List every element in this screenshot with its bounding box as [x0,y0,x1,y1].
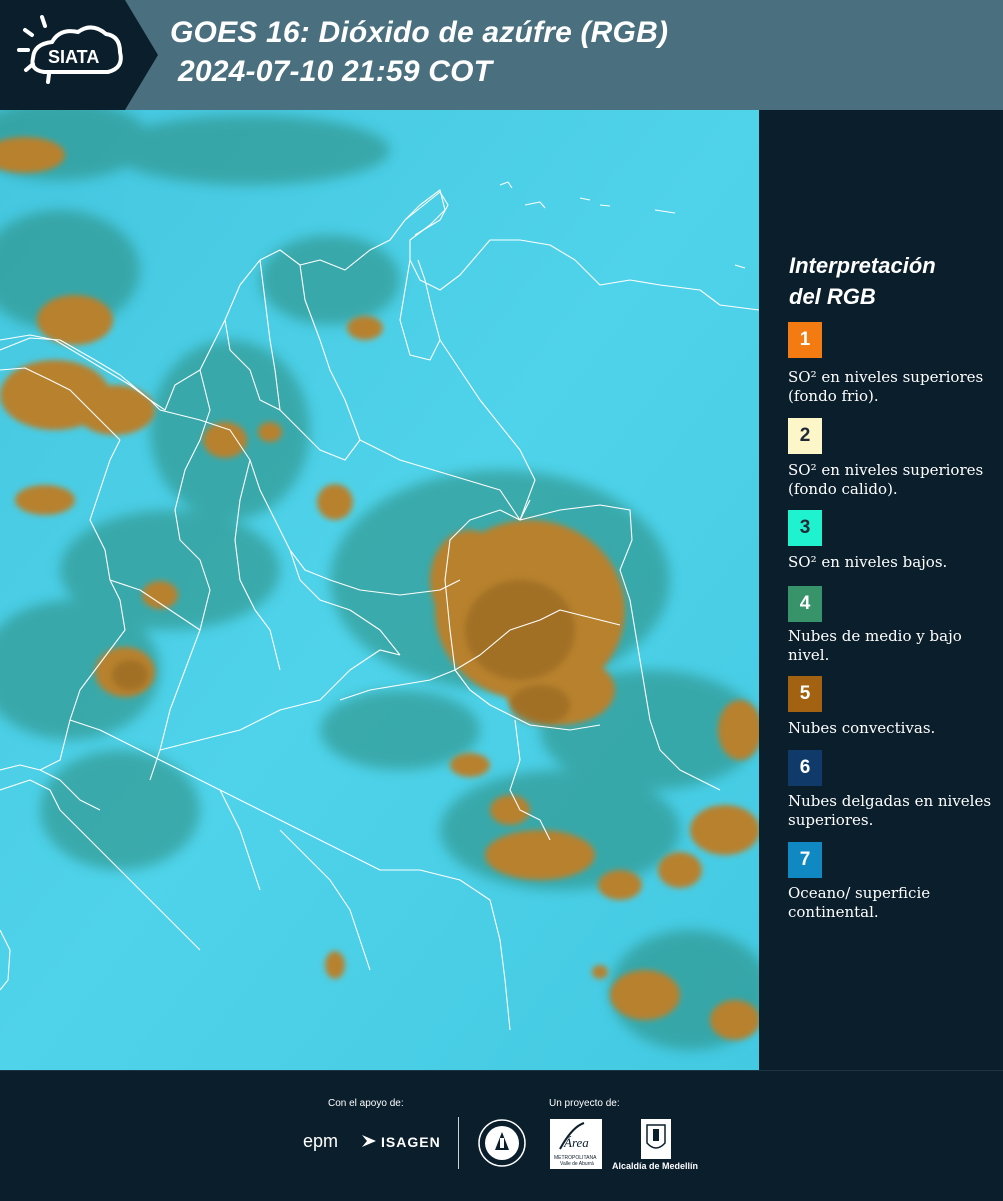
legend-text-1: SO² en niveles superiores (fondo frio). [788,368,984,405]
legend-swatch-7: 7 [788,842,822,878]
legend-swatch-4: 4 [788,586,822,622]
header-bar: SIATA GOES 16: Dióxido de azúfre (RGB) 2… [0,0,1003,110]
legend-text-6: Nubes delgadas en niveles superiores. [788,792,992,829]
svg-text:Valle de Aburrá: Valle de Aburrá [560,1161,594,1167]
legend-text-4: Nubes de medio y bajo nivel. [788,627,962,664]
isagen-logo: ISAGEN [381,1134,441,1150]
legend-panel: Interpretación del RGB 1 SO² en niveles … [759,110,1003,1070]
legend-swatch-6: 6 [788,750,822,786]
svg-text:Área: Área [563,1135,589,1150]
legend-swatch-2: 2 [788,418,822,454]
legend-swatch-1: 1 [788,322,822,358]
legend-swatch-5: 5 [788,676,822,712]
isagen-icon [362,1135,376,1147]
epm-logo: epm [303,1131,339,1151]
legend-text-7: Oceano/ superficie continental. [788,884,931,921]
alcaldia-shield-icon [641,1119,671,1159]
legend-text-3: SO² en niveles bajos. [788,553,948,571]
area-metropolitana-logo: Área METROPOLITANA Valle de Aburrá [550,1119,602,1169]
medellin-seal-icon [478,1119,526,1167]
satellite-map [0,110,759,1070]
legend-text-5: Nubes convectivas. [788,719,936,737]
legend-text-2: SO² en niveles superiores (fondo calido)… [788,461,984,498]
siata-logo: SIATA [0,0,158,110]
support-label: Con el apoyo de: [328,1098,404,1109]
alcaldia-label: Alcaldía de Medellín [612,1161,699,1171]
legend-swatch-3: 3 [788,510,822,546]
footer: Con el apoyo de: Un proyecto de: epm ISA… [0,1070,1003,1201]
timestamp: 2024-07-10 21:59 COT [178,55,493,88]
legend-title: Interpretación del RGB [789,253,936,309]
page-title: GOES 16: Dióxido de azúfre (RGB) [170,16,669,49]
footer-divider [458,1117,459,1169]
logo-text: SIATA [48,47,99,67]
project-label: Un proyecto de: [549,1098,620,1109]
